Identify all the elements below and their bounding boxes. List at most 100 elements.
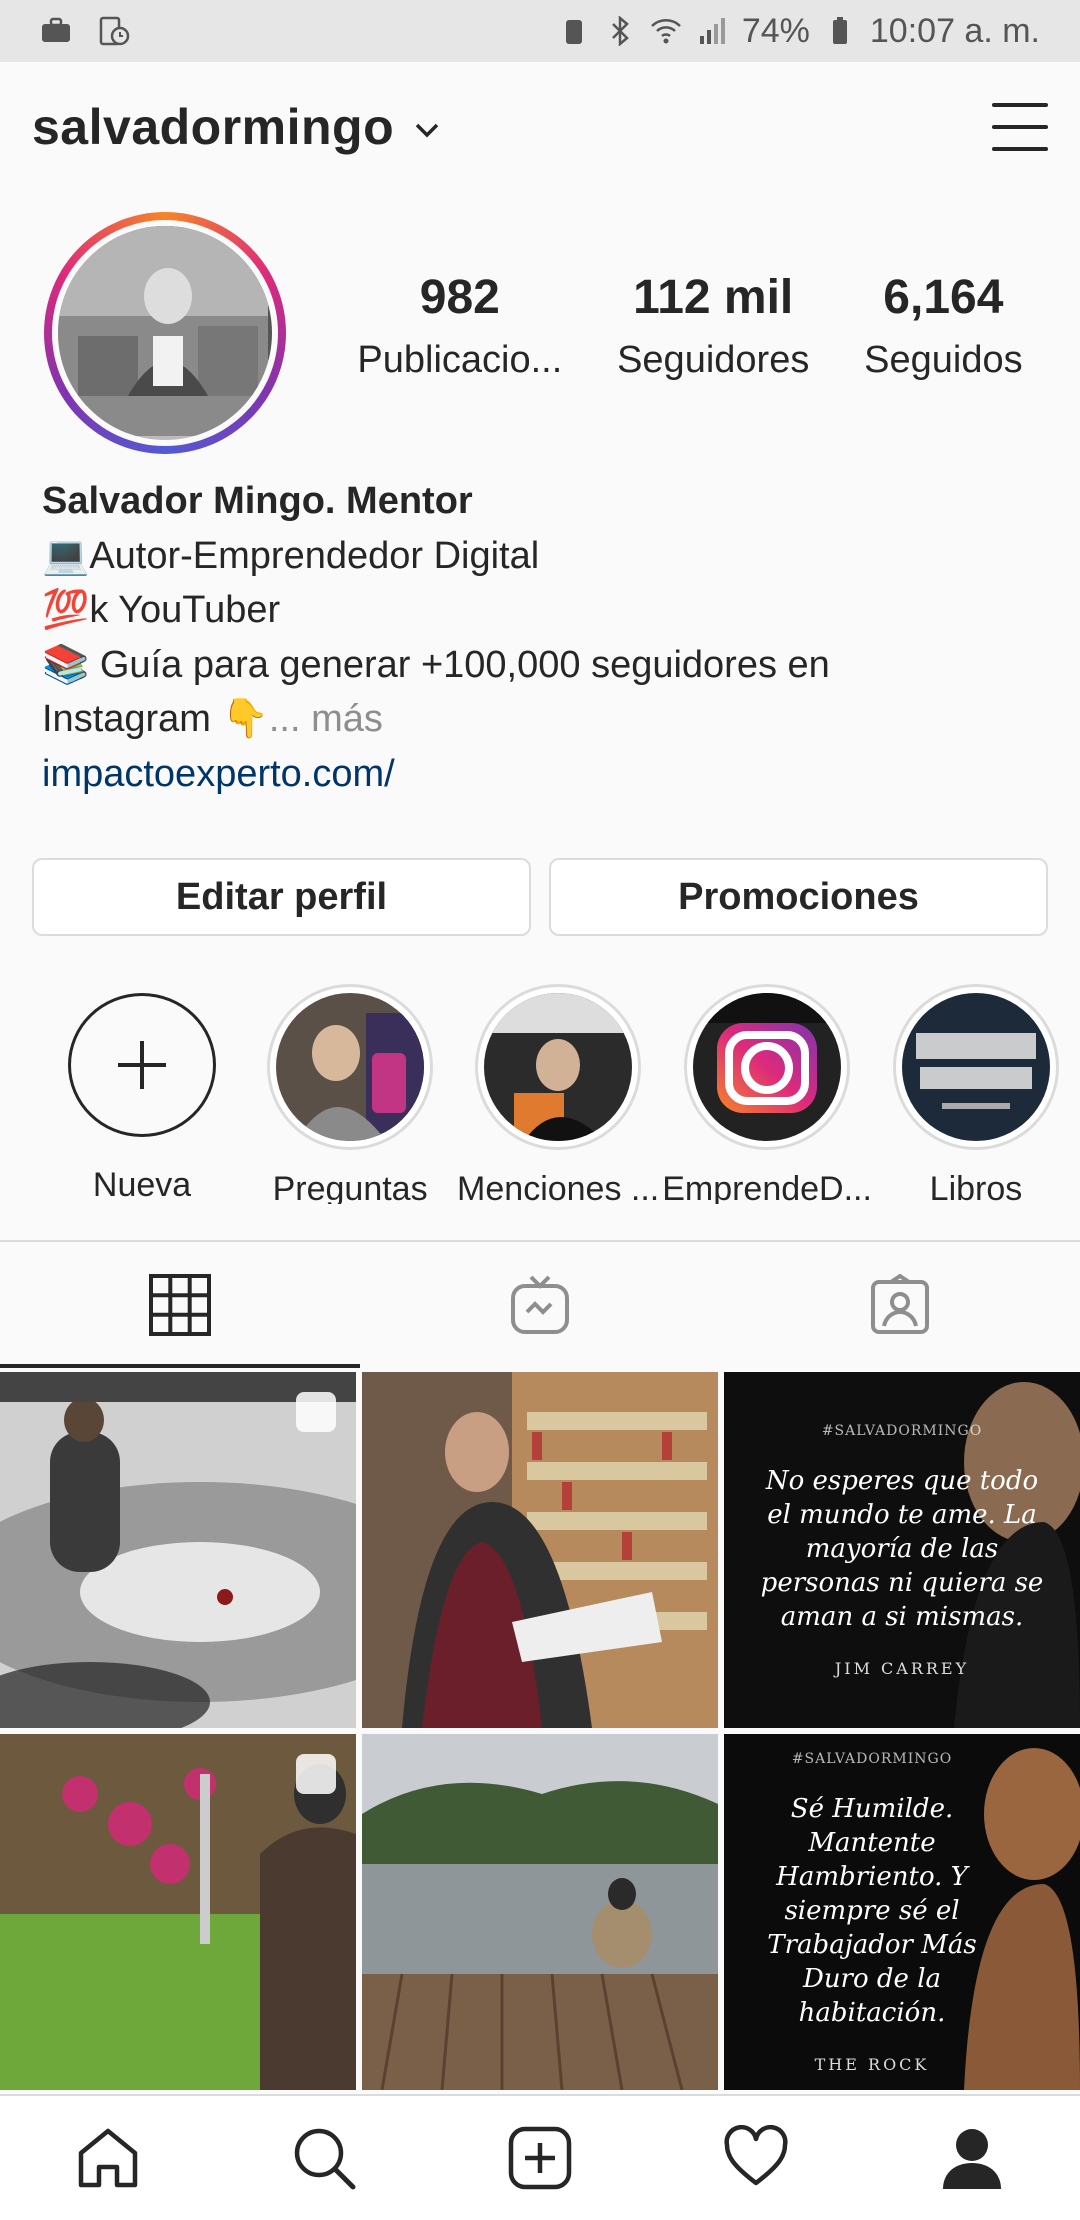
highlight-cover-image [901,993,1050,1141]
stat-followers[interactable]: 112 mil Seguidores [617,270,809,382]
tab-tagged[interactable] [720,1242,1080,1368]
promotions-button[interactable]: Promociones [549,858,1048,936]
status-bar: 74% 10:07 a. m. [0,0,1080,62]
avatar-ring [52,220,278,446]
bio-line-text: Instagram 👇 [42,698,269,740]
bottom-navigation [0,2094,1080,2220]
highlight-cover-image [693,993,842,1141]
post-thumbnail[interactable]: #SALVADORMINGO No esperes que todo el mu… [724,1372,1080,1728]
stat-posts[interactable]: 982 Publicacio... [357,270,562,382]
menu-line [992,147,1048,151]
profile-icon[interactable] [937,2123,1007,2193]
avatar[interactable] [44,212,286,454]
new-post-icon-glyph [508,2126,572,2190]
quote-hashtag: #SALVADORMINGO [821,1423,983,1439]
username[interactable]: salvadormingo [32,98,394,156]
highlight-cover-image [484,993,633,1141]
highlight-emprended[interactable]: EmprendeD... [662,984,872,1204]
edit-profile-button[interactable]: Editar perfil [32,858,531,936]
grid-icon [149,1274,211,1336]
stat-label: Seguidos [864,339,1023,381]
plus-icon [68,993,217,1138]
highlight-label: Nueva [92,1166,192,1204]
highlight-label: EmprendeD... [662,1170,872,1204]
stat-label: Publicacio... [357,339,563,381]
highlight-preguntas[interactable]: Preguntas [246,984,454,1204]
quote-text: Sé Humilde. Mantente Hambriento. Y siemp… [767,1794,977,2028]
heart-icon[interactable] [721,2123,791,2193]
posts-grid: #SALVADORMINGO No esperes que todo el mu… [0,1372,1080,2090]
quote-overlay: #SALVADORMINGO Sé Humilde. Mantente Hamb… [724,1734,1080,2090]
highlight-cover [484,993,633,1141]
tab-grid[interactable] [0,1242,360,1368]
post-image [362,1372,718,1728]
post-image [362,1734,718,2090]
post-thumbnail[interactable] [0,1372,356,1728]
igtv-icon [511,1275,569,1334]
new-post-icon[interactable] [505,2123,575,2193]
highlight-menciones[interactable]: Menciones ... [454,984,662,1204]
quote-author: THE ROCK [814,2055,930,2074]
stat-label: Seguidores [617,339,810,381]
website-link[interactable]: impactoexperto.com/ [42,747,1042,802]
home-icon-glyph [78,2128,138,2188]
heart-icon-glyph [724,2125,788,2186]
profile-header: salvadormingo [0,62,1080,192]
highlight-ring [267,984,434,1150]
highlight-new[interactable]: Nueva [38,984,246,1204]
highlight-cover [693,993,842,1141]
profile-icon-glyph [943,2129,1001,2189]
profile-photo [58,226,272,440]
battery-percent: 74% [741,11,810,50]
highlight-ring [475,984,642,1150]
profile-stats: 982 Publicacio... 112 mil Seguidores 6,1… [330,270,1050,382]
chevron-down-icon[interactable] [414,122,440,138]
plus-icon-glyph [118,1041,167,1090]
profile-bio: Salvador Mingo. Mentor 💻Autor-Emprendedo… [42,474,1042,801]
post-thumbnail[interactable] [0,1734,356,2090]
quote-text: No esperes que todo el mundo te ame. La … [760,1466,1044,1632]
post-thumbnail[interactable]: #SALVADORMINGO Sé Humilde. Mantente Hamb… [724,1734,1080,2090]
menu-line [992,103,1048,107]
post-thumbnail[interactable] [362,1734,718,2090]
search-icon-glyph [294,2128,356,2190]
highlight-cover [901,993,1050,1141]
profile-actions: Editar perfil Promociones [32,858,1048,936]
search-icon[interactable] [289,2123,359,2193]
highlight-ring [892,984,1059,1150]
clock: 10:07 a. m. [869,11,1040,50]
stat-value: 6,164 [883,271,1004,324]
post-thumbnail[interactable] [362,1372,718,1728]
story-highlights: Nueva Preguntas Menciones ... EmprendeD.… [0,984,1080,1204]
device-clock-icon [99,16,130,46]
highlight-cover-image [276,993,425,1141]
menu-button[interactable] [992,103,1048,151]
highlight-ring [684,984,851,1150]
highlight-cover [276,993,425,1141]
alarm-icon [565,20,582,44]
highlight-label: Libros [929,1170,1023,1204]
highlight-label: Menciones ... [457,1170,660,1204]
stat-value: 112 mil [633,271,794,324]
display-name: Salvador Mingo. Mentor [42,480,473,522]
bio-more-link[interactable]: ... más [269,698,383,740]
bio-line: Instagram 👇... más [42,692,1042,747]
quote-overlay: #SALVADORMINGO No esperes que todo el mu… [724,1372,1080,1728]
bio-line: 📚 Guía para generar +100,000 seguidores … [42,643,830,686]
menu-line [992,125,1048,129]
quote-author: JIM CARREY [834,1659,970,1678]
quote-hashtag: #SALVADORMINGO [791,1751,953,1767]
profile-photo-image [58,226,268,436]
battery-icon [832,17,847,44]
highlight-libros[interactable]: Libros [872,984,1080,1204]
home-icon[interactable] [73,2123,143,2193]
tab-igtv[interactable] [360,1242,720,1368]
signal-icon [699,18,725,44]
highlight-label: Preguntas [272,1170,428,1204]
stat-following[interactable]: 6,164 Seguidos [864,270,1022,382]
profile-tabs [0,1240,1080,1368]
tagged-icon [871,1274,929,1334]
igtv-badge-icon [296,1754,336,1794]
briefcase-icon [42,17,70,42]
bio-line: 💻Autor-Emprendedor Digital [42,534,540,577]
